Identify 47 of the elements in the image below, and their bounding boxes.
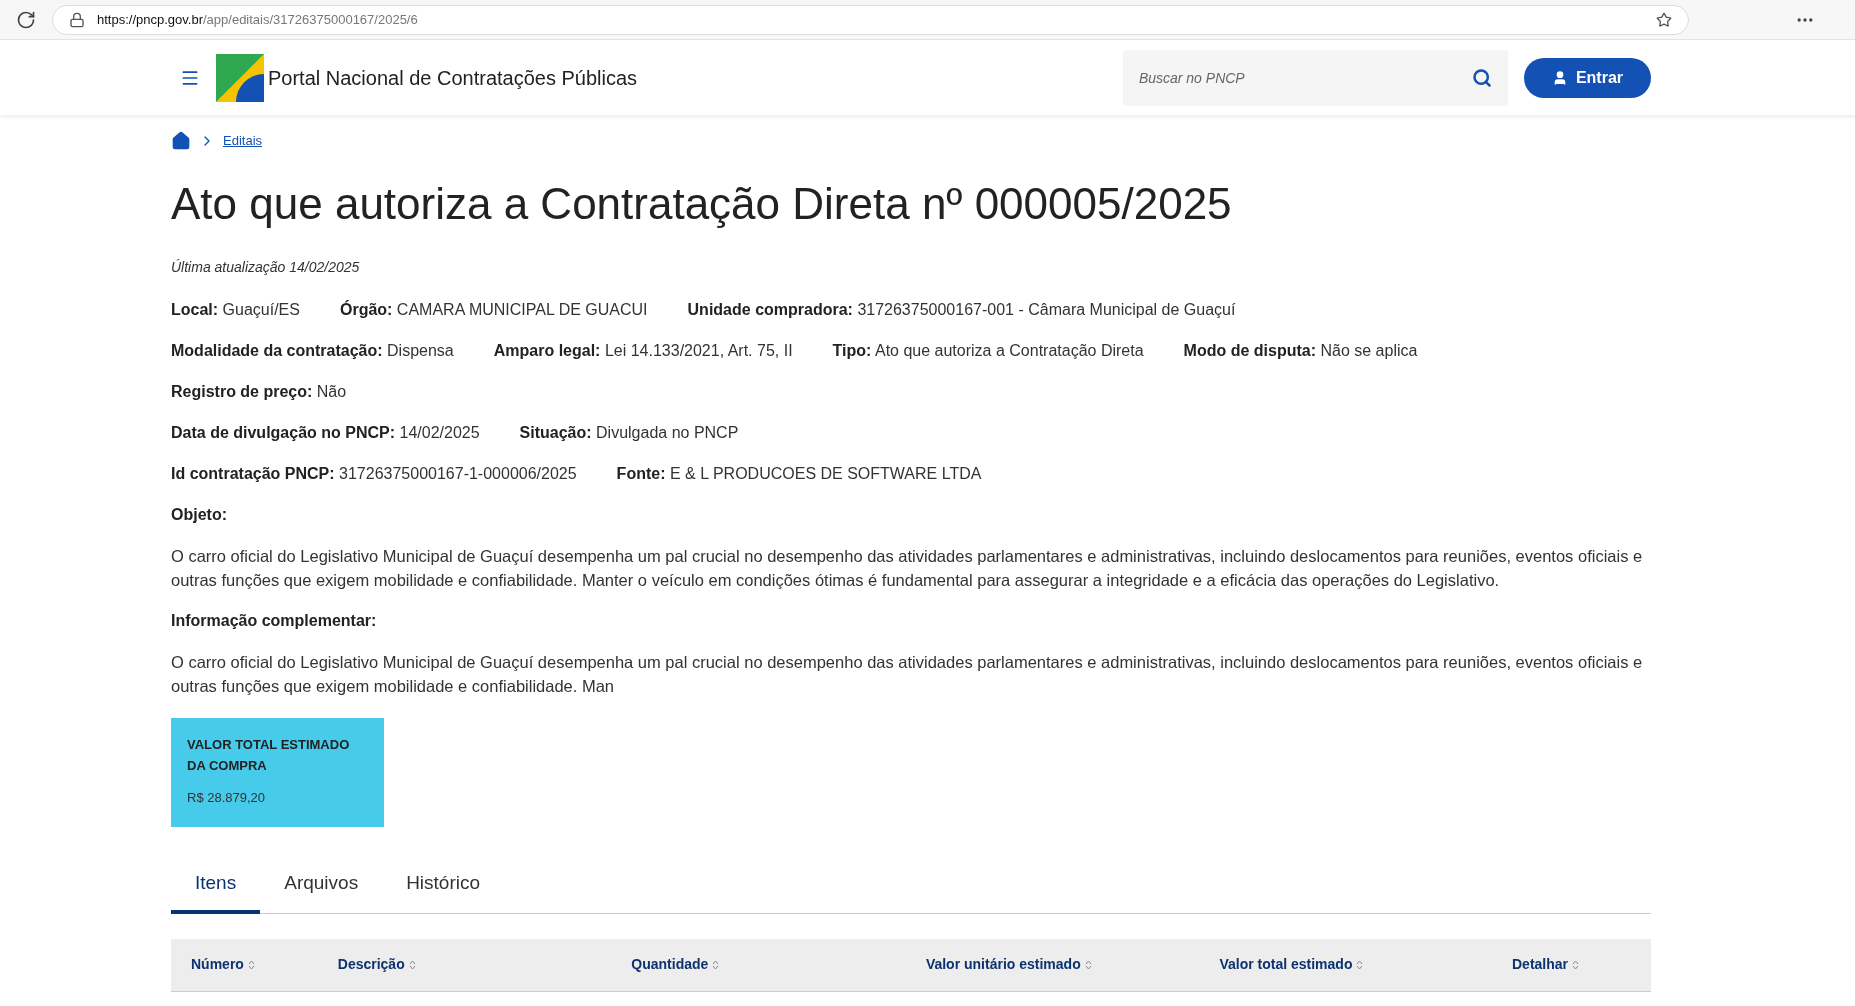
tab[interactable]: Histórico [382, 869, 505, 914]
reload-icon[interactable] [16, 9, 36, 30]
info-field: Órgão: CAMARA MUNICIPAL DE GUACUI [339, 298, 648, 322]
search-icon[interactable] [1471, 67, 1492, 88]
value-label: VALOR TOTAL ESTIMADO DA COMPRA [187, 736, 351, 775]
section-label: Informação complementar: [171, 611, 378, 631]
info-field: Registro de preço: Não [171, 380, 347, 404]
sort-icon [1084, 959, 1092, 970]
section-text: O carro oficial do Legislativo Municipal de Guaçuí desempenha um pal crucial no desempenho das atividades parlamentares e administrativas, incluindo deslocamentos para reuniões, eventos oficiais e outras funções que exigem mobilidade e confiabilidade. Manter o veículo em condições ótimas é fundamental para assegurar a integridade e a eficácia das operações do Legislativo. [171, 546, 1644, 591]
info-field: Modo de disputa: Não se aplica [1183, 339, 1418, 363]
column-header[interactable]: Detalhar [1512, 954, 1631, 975]
info-field: Fonte: E & L PRODUCOES DE SOFTWARE LTDA [616, 462, 982, 486]
sort-icon [408, 959, 416, 970]
info-field: Situação: Divulgada no PNCP [519, 421, 739, 445]
section-text: O carro oficial do Legislativo Municipal de Guaçuí desempenha um pal crucial no desempenho das atividades parlamentares e administrativas, incluindo deslocamentos para reuniões, eventos oficiais e outras funções que exigem mobilidade e confiabilidade. Man [171, 652, 1644, 697]
logo-icon [216, 53, 264, 102]
search-field[interactable]: Buscar no PNCP [1122, 49, 1508, 106]
column-header[interactable]: Valor total estimado [1219, 954, 1512, 975]
tab[interactable]: Itens [171, 869, 261, 914]
info-field: Unidade compradora: 31726375000167-001 - Câmara Municipal de Guaçuí [687, 298, 1236, 322]
last-updated: Última atualização 14/02/2025 [171, 258, 361, 277]
section-label: Objeto: [171, 505, 228, 525]
tab[interactable]: Arquivos [260, 869, 383, 914]
sort-icon [1356, 959, 1364, 970]
sort-icon [712, 959, 720, 970]
info-field: Tipo: Ato que autoriza a Contratação Direta [832, 339, 1144, 363]
site-title: Portal Nacional de Contratações Públicas [268, 65, 638, 91]
column-header[interactable]: Quantidade [631, 954, 926, 975]
url-text: https://pncp.gov.br/app/editais/31726375000167/2025/6 [97, 10, 418, 29]
page-title: Ato que autoriza a Contratação Direta nº 000005/2025 [171, 178, 1233, 230]
address-bar[interactable]: https://pncp.gov.br/app/editais/31726375000167/2025/6 [52, 4, 1689, 35]
lock-icon [69, 11, 85, 28]
column-header[interactable]: Número [191, 954, 338, 975]
info-field: Id contratação PNCP: 31726375000167-1-000006/2025 [171, 462, 577, 486]
favorite-star-icon[interactable] [1656, 11, 1672, 28]
info-field: Local: Guaçuí/ES [171, 298, 300, 322]
breadcrumb-link[interactable]: Editais [223, 131, 263, 151]
login-button[interactable]: Entrar [1523, 57, 1651, 98]
info-field: Amparo legal: Lei 14.133/2021, Art. 75, II [493, 339, 793, 363]
home-icon[interactable] [171, 131, 191, 151]
value-amount: R$ 28.879,20 [187, 789, 267, 807]
column-header[interactable]: Valor unitário estimado [925, 954, 1220, 975]
info-field: Data de divulgação no PNCP: 14/02/2025 [171, 421, 480, 445]
sort-icon [247, 959, 255, 970]
info-field: Modalidade da contratação: Dispensa [171, 339, 454, 363]
sort-icon [1572, 959, 1579, 970]
column-header[interactable]: Descrição [337, 954, 632, 975]
